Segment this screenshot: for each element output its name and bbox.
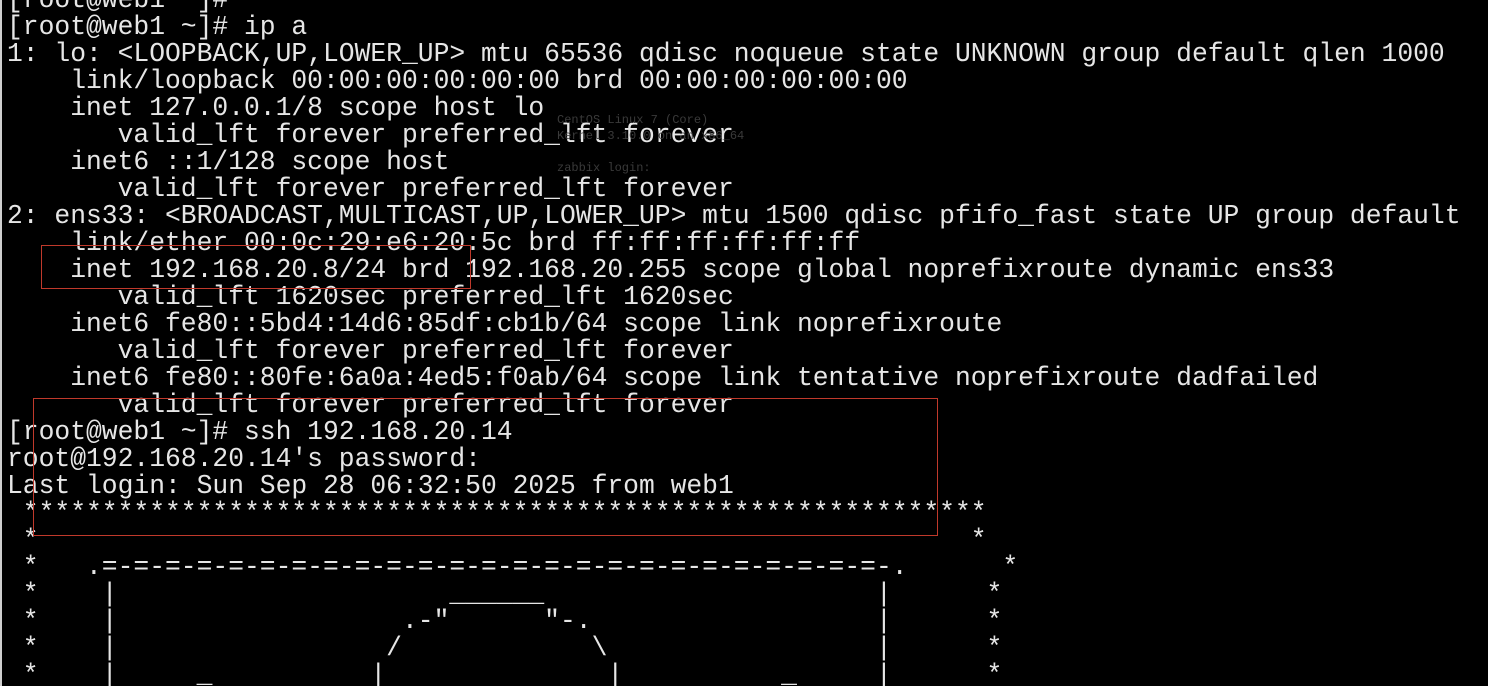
terminal-line: valid_lft forever preferred_lft forever — [7, 174, 734, 204]
terminal-line: inet 127.0.0.1/8 scope host lo — [7, 93, 545, 123]
ghost-console-text: CentOS Linux 7 (Core) — [557, 113, 709, 127]
terminal-line: link/loopback 00:00:00:00:00:00 brd 00:0… — [7, 66, 908, 96]
terminal-line: * | .-" "-. | * — [7, 606, 1003, 636]
ghost-console-text: zabbix login: — [557, 161, 651, 175]
highlight-box-ip-address — [41, 245, 471, 289]
terminal-line: * | / \ | * — [7, 633, 1003, 663]
terminal-line: * | ______ | * — [7, 579, 1003, 609]
ghost-console-text: Kernel 3.10.0 on an x86_64 — [557, 129, 745, 143]
terminal-line: inet6 ::1/128 scope host — [7, 147, 450, 177]
terminal-line: inet6 fe80::80fe:6a0a:4ed5:f0ab/64 scope… — [7, 363, 1319, 393]
terminal-line: 1: lo: <LOOPBACK,UP,LOWER_UP> mtu 65536 … — [7, 39, 1445, 69]
terminal-line: * | _ | | _ | * — [7, 660, 1003, 686]
terminal-line: valid_lft forever preferred_lft forever — [7, 336, 734, 366]
terminal-line: * .=-=-=-=-=-=-=-=-=-=-=-=-=-=-=-=-=-=-=… — [7, 552, 1019, 582]
terminal-window[interactable]: [root@web1 ~]# [root@web1 ~]# ip a 1: lo: … — [0, 0, 1488, 686]
terminal-line: 2: ens33: <BROADCAST,MULTICAST,UP,LOWER_… — [7, 201, 1461, 231]
highlight-box-ssh-login — [33, 398, 938, 536]
terminal-line: inet6 fe80::5bd4:14d6:85df:cb1b/64 scope… — [7, 309, 1003, 339]
terminal-line: [root@web1 ~]# ip a — [7, 12, 308, 42]
window-border — [0, 0, 2, 686]
terminal-output[interactable]: [root@web1 ~]# [root@web1 ~]# ip a 1: lo: … — [7, 0, 1461, 686]
